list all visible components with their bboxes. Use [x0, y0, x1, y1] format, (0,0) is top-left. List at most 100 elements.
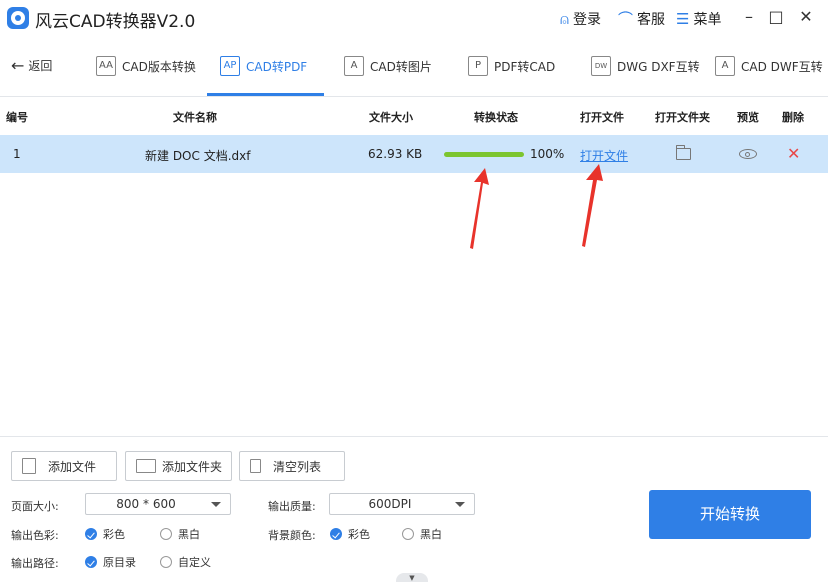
user-icon: ⍝ [560, 9, 570, 28]
settings-panel: 添加文件 添加文件夹 清空列表 页面大小: 800 * 600 输出质量: 60… [0, 436, 828, 582]
output-color-option-bw[interactable]: 黑白 [160, 526, 200, 542]
output-quality-label: 输出质量: [268, 500, 316, 513]
output-path-option-original[interactable]: 原目录 [85, 554, 136, 570]
headset-icon: ⌒ [618, 9, 634, 28]
eye-icon[interactable] [739, 149, 757, 159]
add-file-label: 添加文件 [48, 459, 97, 474]
radio-label: 彩色 [103, 528, 125, 541]
clear-list-button[interactable]: 清空列表 [239, 451, 345, 481]
clear-list-label: 清空列表 [273, 459, 322, 474]
conversion-progress-bar [444, 152, 524, 157]
tab-label: PDF转CAD [494, 59, 556, 74]
add-folder-icon [136, 459, 156, 473]
menu-label: 菜单 [693, 12, 722, 28]
col-index: 编号 [6, 111, 28, 124]
start-convert-button[interactable]: 开始转换 [649, 490, 811, 539]
pdf-to-cad-icon: P [468, 56, 488, 76]
tab-bar: ← 返回 AA CAD版本转换 AP CAD转PDF A CAD转图片 P PD… [0, 36, 828, 97]
cad-dwf-icon: A [715, 56, 735, 76]
radio-unchecked-icon [402, 528, 414, 540]
radio-checked-icon [330, 528, 342, 540]
tab-cad-to-image[interactable]: A CAD转图片 [344, 36, 432, 96]
cad-to-pdf-icon: AP [220, 56, 240, 76]
tab-label: CAD DWF互转 [741, 59, 823, 74]
tab-label: DWG DXF互转 [617, 59, 700, 74]
add-file-icon [22, 458, 36, 474]
col-size: 文件大小 [369, 111, 413, 124]
radio-unchecked-icon [160, 528, 172, 540]
bg-color-option-bw[interactable]: 黑白 [402, 526, 442, 542]
tab-label: CAD转PDF [246, 59, 308, 74]
add-folder-label: 添加文件夹 [162, 459, 223, 474]
progress-fill [444, 152, 524, 157]
tab-label: CAD转图片 [370, 59, 432, 74]
add-file-button[interactable]: 添加文件 [11, 451, 117, 481]
col-name: 文件名称 [173, 111, 217, 124]
radio-label: 黑白 [420, 528, 442, 541]
trash-icon [250, 459, 261, 473]
menu-icon: ☰ [676, 9, 690, 28]
login-label: 登录 [573, 12, 602, 28]
menu-button[interactable]: ☰ 菜单 [676, 9, 721, 29]
page-size-label: 页面大小: [11, 500, 59, 513]
close-button[interactable]: ✕ [794, 6, 818, 30]
row-file-name: 新建 DOC 文档.dxf [145, 149, 251, 163]
tab-dwg-dxf[interactable]: DW DWG DXF互转 [591, 36, 700, 96]
radio-label: 原目录 [103, 556, 136, 569]
active-tab-indicator [207, 93, 324, 96]
radio-label: 黑白 [178, 528, 200, 541]
col-delete: 删除 [782, 111, 804, 124]
radio-unchecked-icon [160, 556, 172, 568]
tab-cad-to-pdf[interactable]: AP CAD转PDF [220, 36, 307, 96]
cad-version-icon: AA [96, 56, 116, 76]
dwg-dxf-icon: DW [591, 56, 611, 76]
output-quality-value: 600DPI [368, 497, 412, 511]
chevron-down-icon [455, 502, 465, 507]
output-path-option-custom[interactable]: 自定义 [160, 554, 211, 570]
output-path-label: 输出路径: [11, 557, 59, 570]
page-size-value: 800 * 600 [116, 497, 176, 511]
cad-to-image-icon: A [344, 56, 364, 76]
customer-service-button[interactable]: ⌒ 客服 [618, 9, 665, 29]
radio-label: 彩色 [348, 528, 370, 541]
table-row[interactable]: 1 新建 DOC 文档.dxf 62.93 KB 100% 打开文件 ✕ [0, 135, 828, 173]
col-open-file: 打开文件 [580, 111, 624, 124]
back-label: 返回 [28, 59, 53, 73]
bg-color-option-color[interactable]: 彩色 [330, 526, 370, 542]
output-color-option-color[interactable]: 彩色 [85, 526, 125, 542]
output-quality-select[interactable]: 600DPI [329, 493, 475, 515]
service-label: 客服 [637, 12, 666, 28]
row-file-size: 62.93 KB [368, 147, 423, 161]
tab-cad-version[interactable]: AA CAD版本转换 [96, 36, 196, 96]
row-index: 1 [13, 147, 21, 161]
page-size-select[interactable]: 800 * 600 [85, 493, 231, 515]
output-color-label: 输出色彩: [11, 529, 59, 542]
app-title: 风云CAD转换器V2.0 [35, 12, 196, 32]
folder-icon[interactable] [676, 145, 691, 160]
minimize-button[interactable]: – [737, 6, 761, 30]
title-bar: 风云CAD转换器V2.0 ⍝ 登录 ⌒ 客服 ☰ 菜单 – □ ✕ [0, 0, 828, 36]
arrow-left-icon: ← [11, 55, 25, 75]
login-button[interactable]: ⍝ 登录 [560, 9, 601, 29]
col-open-folder: 打开文件夹 [655, 111, 710, 124]
radio-checked-icon [85, 528, 97, 540]
col-preview: 预览 [737, 111, 759, 124]
tab-pdf-to-cad[interactable]: P PDF转CAD [468, 36, 555, 96]
back-button[interactable]: ← 返回 [11, 57, 52, 74]
file-table-header: 编号 文件名称 文件大小 转换状态 打开文件 打开文件夹 预览 删除 [0, 97, 828, 133]
app-logo-icon [7, 7, 29, 29]
annotation-arrow-open-file [582, 164, 603, 247]
add-folder-button[interactable]: 添加文件夹 [125, 451, 232, 481]
close-icon[interactable]: ✕ [787, 144, 800, 163]
open-file-link[interactable]: 打开文件 [580, 147, 628, 164]
col-status: 转换状态 [474, 111, 518, 124]
radio-label: 自定义 [178, 556, 211, 569]
tab-label: CAD版本转换 [122, 59, 196, 74]
radio-checked-icon [85, 556, 97, 568]
progress-label: 100% [530, 147, 565, 161]
chevron-down-icon [211, 502, 221, 507]
bg-color-label: 背景颜色: [268, 529, 316, 542]
annotation-arrow-status [470, 168, 489, 249]
tab-cad-dwf[interactable]: A CAD DWF互转 [715, 36, 823, 96]
maximize-button[interactable]: □ [764, 6, 788, 30]
